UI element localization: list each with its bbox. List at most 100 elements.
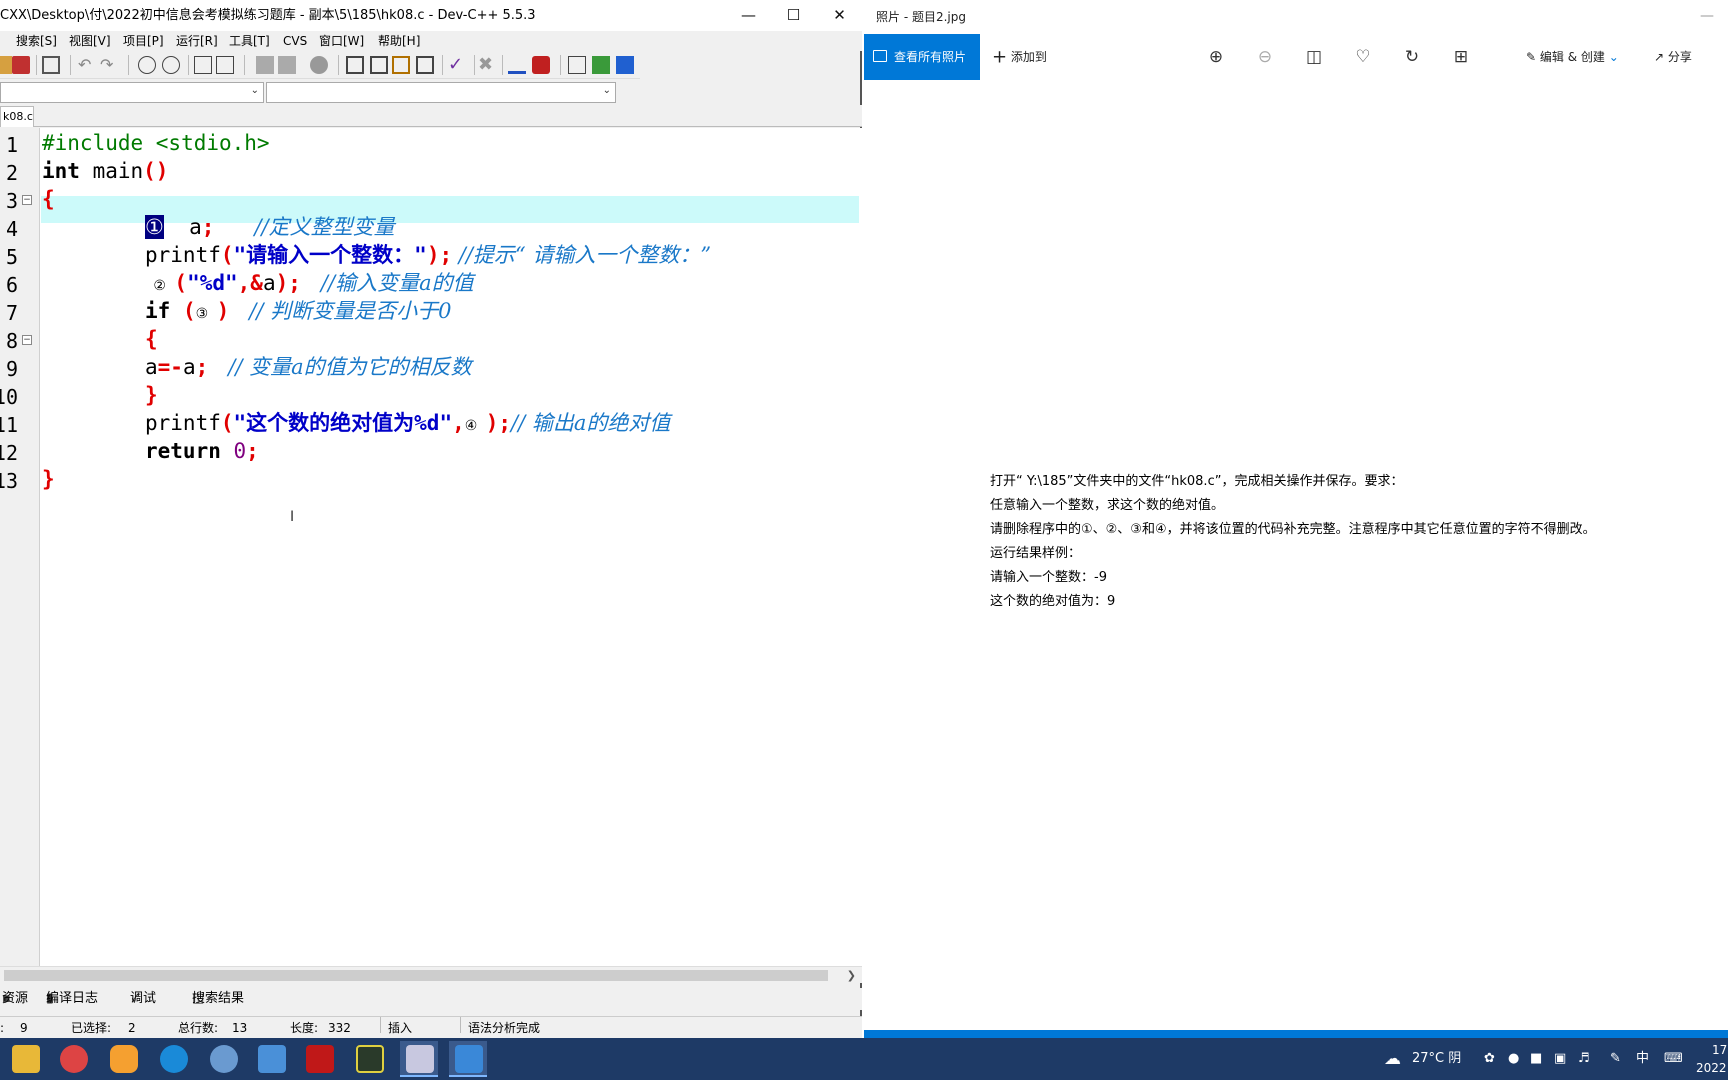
scroll-right-icon[interactable]: ❯ <box>847 967 856 984</box>
edit-create-button[interactable]: ✎ 编辑 & 创建 ⌄ <box>1526 34 1619 80</box>
scrollbar-thumb[interactable] <box>4 970 828 981</box>
horizontal-scrollbar[interactable]: ❯ <box>0 966 862 983</box>
export-icon[interactable] <box>568 56 586 74</box>
fold-toggle-icon[interactable]: − <box>22 195 32 205</box>
edge-icon[interactable] <box>160 1045 188 1073</box>
code-line-6: ② ("%d",&a); //输入变量a的值 <box>145 270 473 300</box>
minimize-button[interactable]: — <box>1700 8 1714 24</box>
close-button[interactable]: ✕ <box>817 0 862 31</box>
menu-search[interactable]: 搜索[S] <box>16 31 57 51</box>
line-number: 6 <box>5 273 18 297</box>
add-file-icon[interactable] <box>392 56 410 74</box>
menu-window[interactable]: 窗口[W] <box>319 31 364 51</box>
paren: ( <box>220 411 234 435</box>
weather-cloud-icon[interactable]: ☁ <box>1384 1038 1401 1080</box>
chrome-icon[interactable] <box>60 1045 88 1073</box>
menu-tools[interactable]: 工具[T] <box>229 31 270 51</box>
mouse-ibeam-icon: I <box>290 509 295 525</box>
comment: // 输出a的绝对值 <box>511 411 671 435</box>
paren-semicolon: ); <box>426 243 453 267</box>
minimize-button[interactable]: — <box>726 0 771 31</box>
profile-icon[interactable] <box>532 56 550 74</box>
pen-icon[interactable]: ✎ <box>1610 1038 1621 1080</box>
menu-help[interactable]: 帮助[H] <box>378 31 420 51</box>
bottom-panel-tabs: ▪ 资源 ▮ 编译日志 ✓ 调试 ◫ 搜索结果 <box>0 988 862 1010</box>
remove-file-icon[interactable] <box>416 56 434 74</box>
close-file-icon[interactable] <box>12 56 30 74</box>
share-label: 分享 <box>1667 50 1692 64</box>
crop-icon[interactable]: ⊞ <box>1449 45 1473 69</box>
menu-view[interactable]: 视图[V] <box>69 31 111 51</box>
paren-semicolon: ); <box>485 411 512 435</box>
menu-cvs[interactable]: CVS <box>283 31 307 51</box>
import-icon[interactable] <box>592 56 610 74</box>
add-to-button[interactable]: + 添加到 <box>992 34 1047 80</box>
app-icon[interactable] <box>210 1045 238 1073</box>
keyboard-icon[interactable]: ⌨ <box>1664 1038 1683 1080</box>
open-project-icon[interactable] <box>370 56 388 74</box>
photos-icon <box>455 1045 483 1073</box>
delete-icon[interactable]: ◫ <box>1302 45 1326 69</box>
photos-toolbar: 查看所有照片 + 添加到 ⊕ ⊖ ◫ ♡ ↻ ⊞ ✎ 编辑 & 创建 ⌄ ↗ 分… <box>864 34 1728 80</box>
maximize-button[interactable]: ☐ <box>771 0 816 31</box>
check-syntax-icon[interactable]: ✓ <box>448 56 466 74</box>
chart-icon[interactable] <box>508 56 526 74</box>
bookmark-prev-icon[interactable] <box>256 56 274 74</box>
line-number: 11 <box>0 413 18 437</box>
string-literal: "%d" <box>187 271 238 295</box>
favorite-heart-icon[interactable]: ♡ <box>1351 45 1375 69</box>
save-all-icon[interactable] <box>0 56 12 74</box>
question-line: 任意输入一个整数，求这个数的绝对值。 <box>990 498 1225 513</box>
delete-icon[interactable]: ✖ <box>478 56 496 74</box>
member-combo[interactable]: ⌄ <box>266 82 616 103</box>
code-editor[interactable]: 1 2 3 4 5 6 7 8 9 10 11 12 13 − − #inclu… <box>0 128 862 968</box>
acrobat-icon[interactable] <box>306 1045 334 1073</box>
pycharm-icon[interactable] <box>356 1045 384 1073</box>
semicolon: ; <box>195 355 209 379</box>
menu-run[interactable]: 运行[R] <box>176 31 218 51</box>
volume-icon[interactable]: ♬ <box>1578 1038 1590 1080</box>
ime-indicator[interactable]: 中 <box>1636 1038 1649 1080</box>
preprocessor-text: #include <stdio.h> <box>42 131 270 155</box>
devcpp-titlebar[interactable]: CXX\Desktop\付\2022初中信息会考模拟练习题库 - 副本\5\18… <box>0 0 862 31</box>
print-icon[interactable] <box>42 56 60 74</box>
redo-icon[interactable]: ↷ <box>100 56 118 74</box>
tray-app-icon[interactable]: ■ <box>1530 1038 1542 1080</box>
new-project-icon[interactable] <box>346 56 364 74</box>
clock-date[interactable]: 2022 <box>1696 1047 1727 1080</box>
code-line-5: printf("请输入一个整数："); //提示“ 请输入一个整数：” <box>145 242 711 269</box>
rotate-icon[interactable]: ↻ <box>1400 45 1424 69</box>
menu-edit-fragment[interactable]: ] <box>0 31 1 51</box>
share-button[interactable]: ↗ 分享 <box>1654 34 1692 80</box>
app-icon[interactable] <box>110 1045 138 1073</box>
chevron-down-icon: ⌄ <box>250 85 259 96</box>
replace-icon[interactable] <box>162 56 180 74</box>
zoom-in-icon[interactable]: ⊕ <box>1204 45 1228 69</box>
fold-toggle-icon[interactable]: − <box>22 335 32 345</box>
indent-icon[interactable] <box>194 56 212 74</box>
code-line-3: { <box>42 186 55 213</box>
menu-project[interactable]: 项目[P] <box>123 31 164 51</box>
weather-text[interactable]: 27°C 阴 <box>1412 1038 1461 1080</box>
view-all-photos-button[interactable]: 查看所有照片 <box>864 34 980 80</box>
goto-line-icon[interactable] <box>216 56 234 74</box>
find-icon[interactable] <box>138 56 156 74</box>
help-icon[interactable] <box>616 56 634 74</box>
file-tab[interactable]: k08.c <box>0 106 34 127</box>
toggle-bookmark-icon[interactable] <box>310 56 328 74</box>
file-explorer-icon[interactable] <box>12 1045 40 1073</box>
tray-app-icon[interactable]: ✿ <box>1484 1038 1495 1080</box>
notepad-icon[interactable] <box>258 1045 286 1073</box>
comment: //提示“ 请输入一个整数：” <box>452 243 712 267</box>
status-bar: : 9 已选择: 2 总行数: 13 长度: 332 插入 语法分析完成 <box>0 1016 862 1038</box>
identifier-printf: printf <box>145 243 221 267</box>
class-combo[interactable]: ⌄ <box>0 82 264 103</box>
line-number: 12 <box>0 441 18 465</box>
bookmark-next-icon[interactable] <box>278 56 296 74</box>
network-icon[interactable]: ▣ <box>1554 1038 1566 1080</box>
zoom-out-icon[interactable]: ⊖ <box>1253 45 1277 69</box>
microphone-icon[interactable]: ● <box>1508 1038 1519 1080</box>
devcpp-window: CXX\Desktop\付\2022初中信息会考模拟练习题库 - 副本\5\18… <box>0 0 862 1038</box>
undo-icon[interactable]: ↶ <box>78 56 96 74</box>
code-line-13: } <box>42 466 55 493</box>
